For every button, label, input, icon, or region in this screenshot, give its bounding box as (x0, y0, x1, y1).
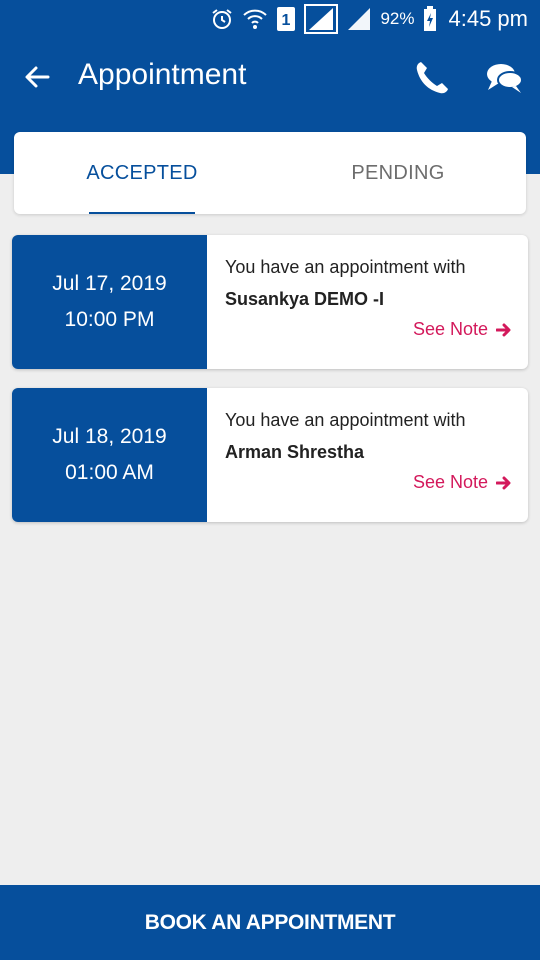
sim-slot-number: 1 (282, 12, 291, 29)
see-note-label: See Note (412, 472, 488, 492)
chat-button[interactable] (484, 58, 524, 98)
tab-accepted[interactable]: ACCEPTED (14, 132, 270, 214)
book-appointment-button[interactable]: BOOK AN APPOINTMENT (0, 885, 540, 960)
signal-strength-icon (304, 4, 339, 34)
appointment-card[interactable]: Jul 17, 2019 10:00 PM You have an appoin… (12, 235, 528, 369)
tab-pending[interactable]: PENDING (270, 132, 526, 214)
tab-selected-indicator (89, 212, 195, 214)
status-bar: 1 92% 4:45 pm (0, 0, 540, 38)
sim-slot-icon: 1 (276, 6, 296, 32)
appointment-date: Jul 17, 2019 (52, 272, 167, 295)
appointment-message: You have an appointment with (225, 410, 466, 430)
battery-percent: 92% (380, 9, 415, 28)
chat-icon (487, 64, 523, 93)
call-button[interactable] (412, 58, 452, 98)
appointment-name: Arman Shrestha (225, 442, 365, 462)
appointment-time: 01:00 AM (65, 461, 154, 484)
appointment-date: Jul 18, 2019 (52, 425, 167, 448)
appointment-card[interactable]: Jul 18, 2019 01:00 AM You have an appoin… (12, 388, 528, 522)
arrow-right-icon (496, 323, 511, 336)
appointment-time: 10:00 PM (64, 308, 155, 331)
alarm-icon (210, 7, 234, 31)
appointment-datetime: Jul 18, 2019 01:00 AM (12, 388, 207, 522)
phone-icon (416, 62, 448, 94)
see-note-label: See Note (412, 319, 488, 339)
clock: 4:45 pm (448, 6, 529, 31)
signal-strength-icon-2 (346, 6, 372, 32)
appointment-name: Susankya DEMO -I (225, 289, 385, 309)
back-arrow-icon (25, 66, 50, 88)
appointment-message: You have an appointment with (225, 257, 466, 277)
tab-bar: ACCEPTED PENDING (14, 132, 526, 214)
appointment-datetime: Jul 17, 2019 10:00 PM (12, 235, 207, 369)
wifi-icon (242, 7, 268, 31)
page-title: Appointment (78, 58, 247, 91)
back-button[interactable] (20, 60, 54, 94)
battery-charging-icon (423, 6, 437, 32)
see-note-link[interactable]: See Note (413, 472, 512, 493)
see-note-link[interactable]: See Note (413, 319, 512, 340)
arrow-right-icon (496, 476, 511, 489)
